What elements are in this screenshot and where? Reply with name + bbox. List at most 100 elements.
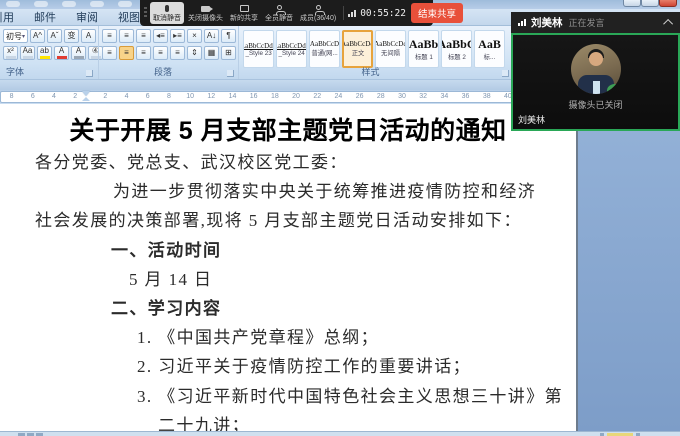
style-gallery-item[interactable]: AaB 标... [474,30,505,68]
ruler-mark: 8 [158,91,179,103]
ruler-mark: 22 [307,91,328,103]
asian-layout-icon[interactable]: × [187,29,202,43]
multilevel-list-icon[interactable]: ≡ [136,29,151,43]
ruler-mark: 26 [349,91,370,103]
chevron-down-icon: ▾ [22,33,25,40]
styles-dialog-launcher-icon[interactable] [502,70,509,77]
video-panel-header: 刘美林 正在发言 [511,12,680,33]
numbered-list-icon[interactable]: ≡ [119,29,134,43]
grow-font-icon[interactable]: A^ [30,29,45,43]
zoom-controls[interactable] [600,433,640,436]
microphone-icon [165,3,169,12]
style-gallery-item[interactable]: AaBbC 标题 2 [441,30,472,68]
align-right-icon[interactable]: ≡ [136,46,151,60]
style-gallery-item[interactable]: AaBbCcDd 正文 [342,30,373,68]
document-paragraph: 社会发展的决策部署,现将 5 月支部主题党日活动安排如下： [0,206,576,235]
paragraph-dialog-launcher-icon[interactable] [227,70,234,77]
document-paragraph: 各分党委、党总支、武汉校区党工委： [0,148,576,177]
toolbar-drag-handle[interactable] [144,7,147,19]
video-panel[interactable]: 刘美林 正在发言 摄像头已关闭 刘美林 [511,12,680,131]
font-group: 初号▾ A^Aˇ变A x²AaabAA④ 字体 [0,26,96,79]
show-formatting-marks-icon[interactable]: ¶ [221,29,236,43]
paragraph-group: ≡≡≡◂≡▸≡×A↓¶ ≡≡≡≡≡⇕▦⊞ 段落 [98,26,237,79]
ruler-mark: 38 [476,91,497,103]
meeting-toolbar-button[interactable]: 关闭摄像头 [185,1,226,25]
sort-icon[interactable]: A↓ [204,29,219,43]
quick-access-toolbar[interactable] [6,1,132,7]
document-area: 关于开展 5 月支部主题党日活动的通知 各分党委、党总支、武汉校区党工委：为进一… [0,104,680,431]
document-page[interactable]: 关于开展 5 月支部主题党日活动的通知 各分党委、党总支、武汉校区党工委：为进一… [0,104,576,431]
document-title: 关于开展 5 月支部主题党日活动的通知 [0,111,576,147]
document-paragraph: 2. 习近平关于疫情防控工作的重要讲话； [0,352,576,381]
align-left-icon[interactable]: ≡ [102,46,117,60]
justify-icon[interactable]: ≡ [153,46,168,60]
ruler-mark: 32 [413,91,434,103]
camera-off-label: 摄像头已关闭 [513,98,678,111]
font-dialog-launcher-icon[interactable] [86,70,93,77]
network-signal-icon [348,10,356,17]
ruler-mark: 28 [370,91,391,103]
line-spacing-icon[interactable]: ⇕ [187,46,202,60]
decrease-indent-icon[interactable]: ◂≡ [153,29,168,43]
superscript-icon[interactable]: x² [3,46,18,60]
document-paragraph: 5 月 14 日 [0,265,576,294]
align-center-icon[interactable]: ≡ [119,46,134,60]
ruler-mark: 6 [22,91,43,103]
meeting-timer: 00:55:22 [360,8,406,19]
ribbon-tab[interactable]: 审阅 [66,9,108,25]
end-share-button[interactable]: 结束共享 [411,3,463,23]
style-gallery-item[interactable]: AaBb 标题 1 [408,30,439,68]
collapse-panel-icon[interactable] [663,19,673,29]
increase-indent-icon[interactable]: ▸≡ [170,29,185,43]
distribute-text-icon[interactable]: ≡ [170,46,185,60]
indent-marker[interactable] [82,91,91,103]
ruler-mark: 2 [95,91,116,103]
document-paragraph: 二、学习内容 [0,294,576,323]
workspace-background [578,104,680,431]
share-screen-icon [240,3,249,12]
font-color-icon[interactable]: A [54,46,69,60]
style-gallery-item[interactable]: AaBbCcDdE _Style 24 [276,30,307,68]
meeting-toolbar-button[interactable]: 取消静音 [150,2,184,24]
close-button[interactable] [659,0,677,7]
ruler-mark: 8 [1,91,22,103]
meeting-toolbar: 取消静音 关闭摄像头 新的共享 全员静音 成员(36/40) 00 [140,0,433,26]
ribbon-tab[interactable]: 引用 [0,9,24,25]
shrink-font-icon[interactable]: Aˇ [47,29,62,43]
meeting-toolbar-button[interactable]: 成员(36/40) [297,1,339,25]
audio-level-icon [518,19,526,26]
style-gallery-item[interactable]: AaBbCcDdE _Style 23 [243,30,274,68]
borders-icon[interactable]: ⊞ [221,46,236,60]
change-case-icon[interactable]: Aa [20,46,35,60]
style-gallery-item[interactable]: AaBbCcDd 无间隔 [375,30,406,68]
minimize-button[interactable] [623,0,641,7]
bullet-list-icon[interactable]: ≡ [102,29,117,43]
document-paragraph: 3. 《习近平新时代中国特色社会主义思想三十讲》第 [0,382,576,411]
ribbon-tab[interactable]: 邮件 [24,9,66,25]
phonetic-guide-icon[interactable]: 变 [64,29,79,43]
text-highlight-color-icon[interactable]: ab [37,46,52,60]
character-shading-icon[interactable]: A [71,46,86,60]
window-controls [623,0,677,7]
meeting-toolbar-button[interactable]: 新的共享 [227,1,261,25]
status-bar-left-icons[interactable] [18,433,43,436]
font-group-label: 字体 [6,65,86,78]
ruler-mark: 4 [116,91,137,103]
document-paragraph: 1. 《中国共产党章程》总纲； [0,323,576,352]
ruler-mark: 12 [201,91,222,103]
font-size-dropdown[interactable]: 初号▾ [3,29,28,43]
speaking-status: 正在发言 [569,16,605,29]
ruler-mark: 34 [434,91,455,103]
ruler-mark: 6 [137,91,158,103]
toolbar-divider [343,6,344,20]
styles-group: AaBbCcDdE _Style 23 AaBbCcDdE _Style 24 … [238,26,512,79]
participant-video-tile[interactable]: 摄像头已关闭 刘美林 [511,33,680,131]
meeting-toolbar-button[interactable]: 全员静音 [262,1,296,25]
ruler-mark: 20 [285,91,306,103]
shading-icon[interactable]: ▦ [204,46,219,60]
document-paragraph: 二十九讲； [0,411,576,431]
ruler-mark: 4 [43,91,64,103]
maximize-button[interactable] [641,0,659,7]
character-border-icon[interactable]: A [81,29,96,43]
style-gallery-item[interactable]: AaBbCcD 普通(网... [309,30,340,68]
